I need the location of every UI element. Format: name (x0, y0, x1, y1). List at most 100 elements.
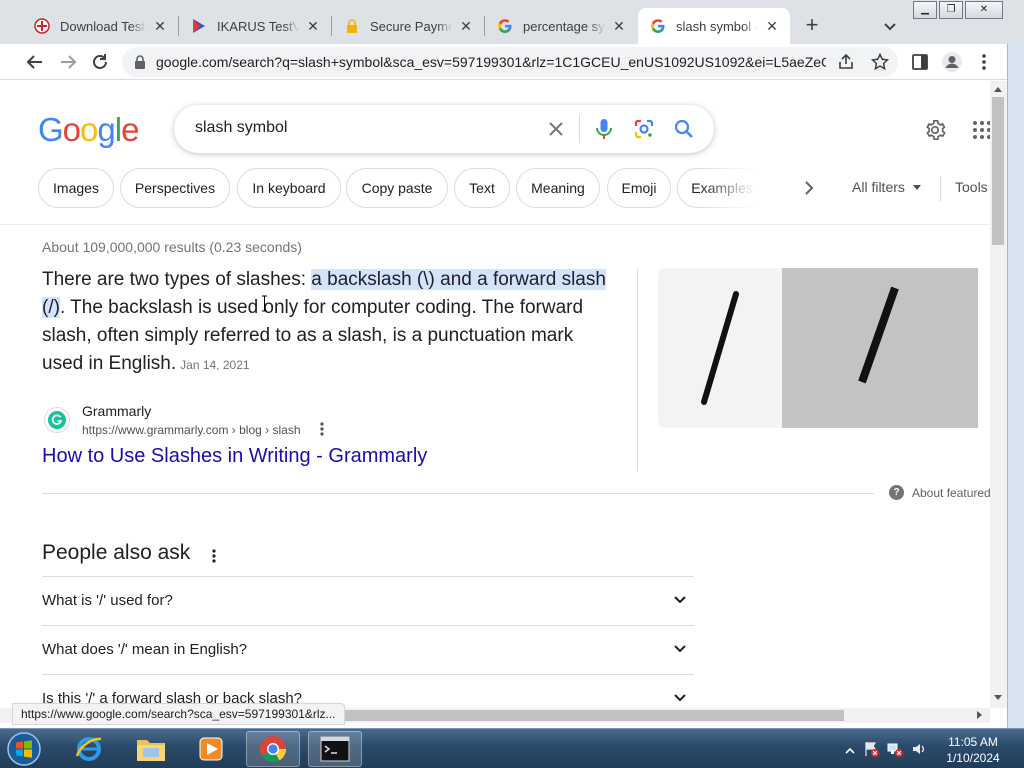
media-player-icon[interactable] (184, 731, 238, 767)
scrollbar-thumb[interactable] (992, 97, 1004, 245)
vertical-scrollbar[interactable] (990, 81, 1007, 708)
tab-ikarus-testvirus[interactable]: IKARUS TestVirus ✕ (179, 8, 331, 44)
forward-arrow-icon[interactable] (56, 50, 80, 74)
featured-snippet-text[interactable]: There are two types of slashes: a backsl… (42, 266, 612, 379)
file-explorer-icon[interactable] (124, 731, 178, 767)
tab-slash-symbol[interactable]: slash symbol - Google ✕ (638, 8, 790, 44)
command-prompt-icon[interactable] (308, 731, 362, 767)
more-options-icon[interactable] (314, 421, 330, 437)
chip-images[interactable]: Images (38, 168, 114, 208)
chevron-right-icon[interactable] (797, 176, 821, 200)
snippet-text-after: . The backslash is used only for compute… (42, 297, 584, 374)
internet-explorer-icon[interactable] (62, 731, 116, 767)
result-title-link[interactable]: How to Use Slashes in Writing - Grammarl… (42, 445, 427, 468)
tab-search-chevron-icon[interactable] (878, 14, 902, 38)
chevron-down-icon[interactable] (670, 688, 690, 708)
about-featured-snippets[interactable]: ? About featured snippets (889, 485, 990, 500)
chip-meaning[interactable]: Meaning (516, 168, 600, 208)
filters-divider (940, 176, 941, 202)
close-tab-icon[interactable]: ✕ (764, 18, 780, 34)
featured-snippet-divider (42, 493, 874, 494)
search-submit-icon[interactable] (672, 117, 696, 141)
text-cursor-icon (261, 295, 268, 312)
play-triangle-icon (191, 18, 207, 34)
url-text[interactable]: google.com/search?q=slash+symbol&sca_esv… (156, 54, 826, 70)
paa-question-text: What is '/' used for? (42, 592, 173, 609)
close-tab-icon[interactable]: ✕ (458, 18, 474, 34)
chip-perspectives[interactable]: Perspectives (120, 168, 230, 208)
source-name: Grammarly (82, 403, 152, 419)
close-tab-icon[interactable]: ✕ (152, 18, 168, 34)
share-icon[interactable] (834, 50, 858, 74)
action-center-flag-icon[interactable] (863, 741, 879, 762)
paa-question[interactable]: What does '/' mean in English? (42, 625, 694, 674)
paa-question-text: What does '/' mean in English? (42, 641, 248, 658)
paa-question[interactable]: What is '/' used for? (42, 576, 694, 625)
link-status-bubble: https://www.google.com/search?sca_esv=59… (12, 703, 345, 725)
chip-text[interactable]: Text (454, 168, 510, 208)
clear-search-icon[interactable] (544, 117, 568, 141)
snippet-image-divider (637, 269, 638, 471)
network-icon[interactable] (887, 741, 903, 762)
browser-toolbar: google.com/search?q=slash+symbol&sca_esv… (0, 44, 1024, 80)
close-tab-icon[interactable]: ✕ (305, 18, 321, 34)
result-stats: About 109,000,000 results (0.23 seconds) (42, 239, 302, 255)
search-divider (579, 115, 580, 143)
tab-secure-payment[interactable]: Secure Payment ✕ (332, 8, 484, 44)
search-input[interactable] (195, 119, 525, 137)
tab-download-test-virus[interactable]: Download Test Virus ✕ (22, 8, 178, 44)
scroll-down-arrow-icon[interactable] (994, 695, 1002, 700)
close-window-button[interactable]: ✕ (965, 1, 1003, 19)
taskbar-clock[interactable]: 11:05 AM 1/10/2024 (934, 734, 1012, 766)
search-results-page: Google Images Perspectives In keyboard C… (0, 81, 990, 708)
slash-image-thumbnail[interactable] (658, 268, 782, 428)
reload-icon[interactable] (88, 50, 112, 74)
lock-icon[interactable] (134, 55, 146, 74)
windows-taskbar: 11:05 AM 1/10/2024 (0, 728, 1024, 768)
bookmark-star-icon[interactable] (868, 50, 892, 74)
chrome-icon[interactable] (246, 731, 300, 767)
tools-button[interactable]: Tools (955, 179, 988, 195)
maximize-button[interactable]: ❐ (939, 1, 963, 19)
google-g-icon (497, 18, 513, 34)
back-arrow-icon[interactable] (23, 50, 47, 74)
start-button[interactable] (4, 730, 44, 768)
help-question-icon: ? (889, 485, 904, 500)
slash-image-thumbnail[interactable] (782, 268, 978, 428)
all-filters-button[interactable]: All filters (852, 179, 905, 195)
side-panel-icon[interactable] (908, 50, 932, 74)
new-tab-button[interactable]: + (800, 12, 824, 40)
chip-emoji[interactable]: Emoji (607, 168, 671, 208)
profile-avatar-icon[interactable] (940, 50, 964, 74)
minimize-button[interactable]: ▁ (913, 1, 937, 19)
header-divider (0, 224, 990, 225)
shield-red-icon (34, 18, 50, 34)
close-tab-icon[interactable]: ✕ (611, 18, 627, 34)
system-tray (845, 741, 927, 762)
google-logo[interactable]: Google (38, 111, 139, 149)
scroll-right-arrow-icon[interactable] (977, 711, 982, 719)
clock-time: 11:05 AM (948, 735, 998, 749)
volume-icon[interactable] (911, 741, 927, 762)
settings-gear-icon[interactable] (923, 118, 947, 142)
microphone-icon[interactable] (592, 117, 616, 141)
chip-copy-paste[interactable]: Copy paste (346, 168, 448, 208)
address-bar[interactable]: google.com/search?q=slash+symbol&sca_esv… (122, 47, 898, 77)
people-also-ask-title: People also ask (42, 541, 191, 564)
scroll-up-arrow-icon[interactable] (994, 87, 1002, 92)
tab-percentage-symbol[interactable]: percentage symbol ✕ (485, 8, 637, 44)
caret-down-icon[interactable] (913, 185, 921, 190)
padlock-icon (344, 18, 360, 34)
google-g-icon (650, 18, 666, 34)
google-lens-icon[interactable] (632, 117, 656, 141)
show-hidden-icons-icon[interactable] (845, 743, 855, 761)
more-options-icon[interactable] (206, 544, 222, 568)
browser-menu-icon[interactable] (972, 50, 996, 74)
about-featured-label: About featured snippets (912, 485, 990, 500)
chevron-down-icon[interactable] (670, 590, 690, 610)
chevron-down-icon[interactable] (670, 639, 690, 659)
clock-date: 1/10/2024 (946, 751, 1000, 765)
search-box (174, 105, 714, 153)
chip-in-keyboard[interactable]: In keyboard (237, 168, 341, 208)
apps-grid-icon[interactable] (970, 118, 990, 142)
